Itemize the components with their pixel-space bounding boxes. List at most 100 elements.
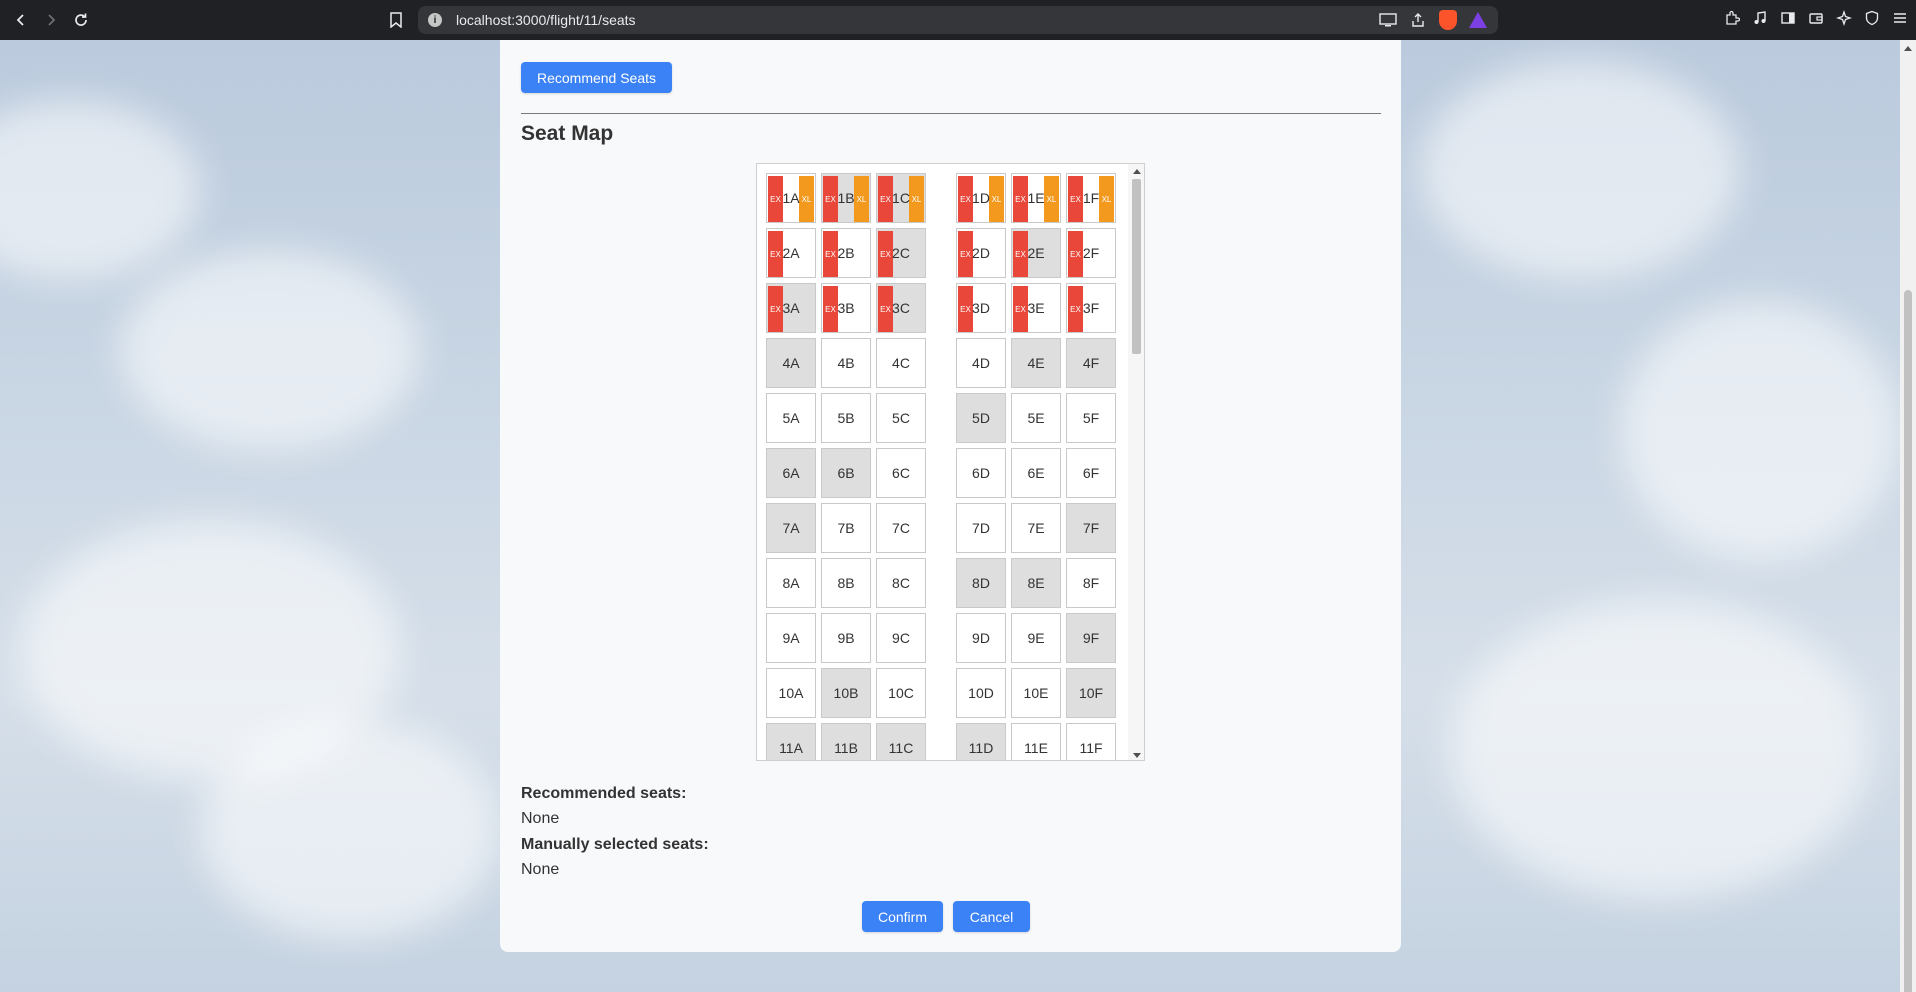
seat-11f[interactable]: 11F — [1066, 723, 1116, 760]
seat-10c[interactable]: 10C — [876, 668, 926, 718]
page-scrollbar-thumb[interactable] — [1904, 290, 1912, 992]
brave-shields-icon[interactable] — [1438, 10, 1458, 30]
seat-7e[interactable]: 7E — [1011, 503, 1061, 553]
seat-3f[interactable]: EX 3F — [1066, 283, 1116, 333]
seat-label: 7F — [1082, 520, 1100, 536]
seat-9c[interactable]: 9C — [876, 613, 926, 663]
scroll-up-icon[interactable] — [1133, 169, 1141, 174]
seat-10a[interactable]: 10A — [766, 668, 816, 718]
seat-map-scrollbar[interactable] — [1128, 164, 1144, 760]
seat-label: 1B — [837, 190, 855, 206]
seat-6d[interactable]: 6D — [956, 448, 1006, 498]
seat-11b[interactable]: 11B — [821, 723, 871, 760]
seat-1e[interactable]: EX XL 1E — [1011, 173, 1061, 223]
seat-6b[interactable]: 6B — [821, 448, 871, 498]
recommend-seats-button[interactable]: Recommend Seats — [521, 62, 672, 93]
seat-5d[interactable]: 5D — [956, 393, 1006, 443]
seat-11c[interactable]: 11C — [876, 723, 926, 760]
seat-10e[interactable]: 10E — [1011, 668, 1061, 718]
seat-4d[interactable]: 4D — [956, 338, 1006, 388]
seat-4b[interactable]: 4B — [821, 338, 871, 388]
seat-8a[interactable]: 8A — [766, 558, 816, 608]
seat-8f[interactable]: 8F — [1066, 558, 1116, 608]
seat-5a[interactable]: 5A — [766, 393, 816, 443]
share-icon[interactable] — [1408, 10, 1428, 30]
seat-10b[interactable]: 10B — [821, 668, 871, 718]
leo-ai-icon[interactable] — [1834, 8, 1854, 28]
seat-5b[interactable]: 5B — [821, 393, 871, 443]
wallet-icon[interactable] — [1806, 8, 1826, 28]
seat-8b[interactable]: 8B — [821, 558, 871, 608]
seat-7f[interactable]: 7F — [1066, 503, 1116, 553]
extensions-icon[interactable] — [1722, 8, 1742, 28]
seat-map-grid[interactable]: EX XL 1A EX XL 1B EX XL 1C EX XL 1D EX XL 1E EX XL 1F EX 2A… — [756, 163, 1145, 761]
seat-6e[interactable]: 6E — [1011, 448, 1061, 498]
seat-3a[interactable]: EX 3A — [766, 283, 816, 333]
forward-icon[interactable] — [36, 5, 66, 35]
seat-8c[interactable]: 8C — [876, 558, 926, 608]
seat-2a[interactable]: EX 2A — [766, 228, 816, 278]
seat-1b[interactable]: EX XL 1B — [821, 173, 871, 223]
seat-9d[interactable]: 9D — [956, 613, 1006, 663]
seat-5c[interactable]: 5C — [876, 393, 926, 443]
sidebar-icon[interactable] — [1778, 8, 1798, 28]
seat-2e[interactable]: EX 2E — [1011, 228, 1061, 278]
seat-map-scrollbar-thumb[interactable] — [1132, 179, 1141, 354]
seat-9a[interactable]: 9A — [766, 613, 816, 663]
seat-11e[interactable]: 11E — [1011, 723, 1061, 760]
seat-4c[interactable]: 4C — [876, 338, 926, 388]
seat-2c[interactable]: EX 2C — [876, 228, 926, 278]
media-icon[interactable] — [1750, 8, 1770, 28]
seat-5e[interactable]: 5E — [1011, 393, 1061, 443]
seat-9f[interactable]: 9F — [1066, 613, 1116, 663]
seat-label: 2E — [1027, 245, 1045, 261]
seat-8e[interactable]: 8E — [1011, 558, 1061, 608]
reload-icon[interactable] — [66, 5, 96, 35]
seat-selection-card: Recommend Seats Seat Map EX XL 1A EX XL 1B EX X… — [500, 40, 1401, 952]
seat-1a[interactable]: EX XL 1A — [766, 173, 816, 223]
page-scrollbar[interactable] — [1900, 40, 1916, 992]
seat-6c[interactable]: 6C — [876, 448, 926, 498]
back-icon[interactable] — [6, 5, 36, 35]
seat-2f[interactable]: EX 2F — [1066, 228, 1116, 278]
seat-4f[interactable]: 4F — [1066, 338, 1116, 388]
scroll-up-icon[interactable] — [1904, 46, 1912, 51]
seat-1c[interactable]: EX XL 1C — [876, 173, 926, 223]
seat-1f[interactable]: EX XL 1F — [1066, 173, 1116, 223]
seat-4e[interactable]: 4E — [1011, 338, 1061, 388]
seat-9e[interactable]: 9E — [1011, 613, 1061, 663]
bookmark-icon[interactable] — [384, 8, 408, 32]
seat-7d[interactable]: 7D — [956, 503, 1006, 553]
seat-3c[interactable]: EX 3C — [876, 283, 926, 333]
brave-rewards-icon[interactable] — [1468, 10, 1488, 30]
menu-icon[interactable] — [1890, 8, 1910, 28]
seat-9b[interactable]: 9B — [821, 613, 871, 663]
seat-label: 5A — [782, 410, 800, 426]
seat-6a[interactable]: 6A — [766, 448, 816, 498]
confirm-button[interactable]: Confirm — [862, 901, 943, 932]
seat-10d[interactable]: 10D — [956, 668, 1006, 718]
seat-8d[interactable]: 8D — [956, 558, 1006, 608]
seat-4a[interactable]: 4A — [766, 338, 816, 388]
seat-1d[interactable]: EX XL 1D — [956, 173, 1006, 223]
vpn-icon[interactable] — [1862, 8, 1882, 28]
scroll-down-icon[interactable] — [1133, 753, 1141, 758]
seat-7b[interactable]: 7B — [821, 503, 871, 553]
seat-3d[interactable]: EX 3D — [956, 283, 1006, 333]
cancel-button[interactable]: Cancel — [953, 901, 1030, 932]
seat-6f[interactable]: 6F — [1066, 448, 1116, 498]
seat-11a[interactable]: 11A — [766, 723, 816, 760]
cast-icon[interactable] — [1378, 10, 1398, 30]
site-info-icon[interactable]: i — [428, 13, 442, 27]
seat-10f[interactable]: 10F — [1066, 668, 1116, 718]
seat-2d[interactable]: EX 2D — [956, 228, 1006, 278]
seat-label: 3C — [892, 300, 910, 316]
seat-7a[interactable]: 7A — [766, 503, 816, 553]
seat-2b[interactable]: EX 2B — [821, 228, 871, 278]
seat-3e[interactable]: EX 3E — [1011, 283, 1061, 333]
seat-11d[interactable]: 11D — [956, 723, 1006, 760]
seat-3b[interactable]: EX 3B — [821, 283, 871, 333]
seat-5f[interactable]: 5F — [1066, 393, 1116, 443]
address-bar[interactable]: i localhost:3000/flight/11/seats — [418, 6, 1498, 34]
seat-7c[interactable]: 7C — [876, 503, 926, 553]
